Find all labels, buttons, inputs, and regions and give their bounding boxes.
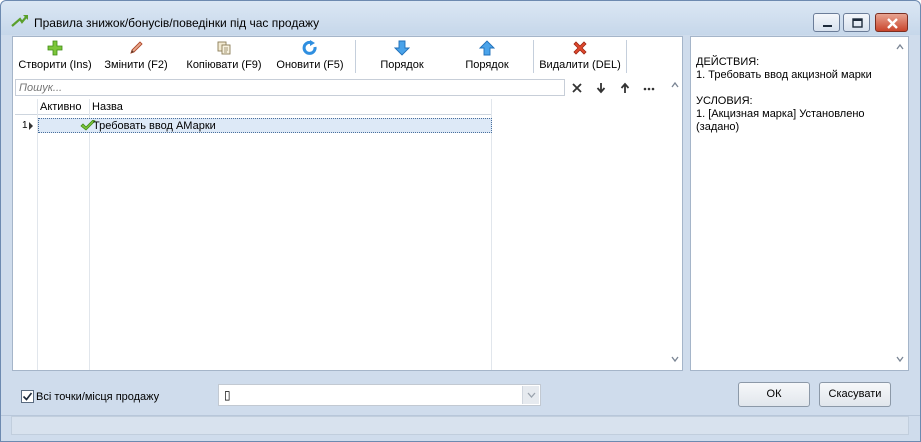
arrow-down-icon [394,40,410,56]
status-bar [1,415,920,441]
toolbar-separator [626,40,627,73]
search-input[interactable] [15,79,565,96]
delete-button[interactable]: Видалити (DEL) [537,37,623,75]
find-prev-up-icon[interactable] [617,80,633,96]
rules-grid: Активно Назва 1 Требовать ввод АМарки [15,99,667,370]
column-divider [37,99,38,370]
checkmark-icon [22,392,33,401]
scroll-down-icon[interactable] [670,354,680,364]
minimize-button[interactable] [813,13,840,32]
grid-header: Активно Назва [15,99,492,115]
row-number: 1 [22,120,28,131]
conditions-header: УСЛОВИЯ: [696,95,753,107]
refresh-button[interactable]: Оновити (F5) [273,37,347,75]
edit-label: Змінити (F2) [104,59,168,71]
arrow-up-icon [479,40,495,56]
toolbar-separator [533,40,534,73]
chevron-down-icon [527,392,536,398]
app-arrow-icon [11,15,28,27]
find-next-down-icon[interactable] [593,80,609,96]
toolbar-separator [355,40,356,73]
plus-icon [47,40,63,56]
order-up-button[interactable]: Порядок [454,37,520,75]
maximize-button[interactable] [843,13,870,32]
dialog-window: Правила знижок/бонусів/поведінки під час… [0,0,921,442]
sales-point-combo[interactable]: ▯ [218,384,541,406]
order-up-label: Порядок [465,59,509,71]
toolbar: Створити (Ins) Змінити (F2) Копіювати (F… [13,37,682,75]
combo-value: ▯ [224,388,231,402]
rules-panel: Створити (Ins) Змінити (F2) Копіювати (F… [12,36,683,371]
pencil-icon [130,41,143,54]
column-active-header[interactable]: Активно [40,101,82,113]
copy-button[interactable]: Копіювати (F9) [181,37,267,75]
rule-name-cell: Требовать ввод АМарки [93,120,216,132]
row-indicator-icon [29,122,33,130]
more-options-icon[interactable] [641,80,657,96]
bottom-bar: Всі точки/місця продажу ▯ ОК Скасувати [12,374,909,411]
rule-details-panel: ДЕЙСТВИЯ: 1. Требовать ввод акцизной мар… [690,36,909,371]
cancel-button[interactable]: Скасувати [819,382,891,407]
all-points-label[interactable]: Всі точки/місця продажу [36,391,159,403]
copy-icon [217,41,231,55]
column-divider [89,99,90,370]
ok-button[interactable]: ОК [738,382,810,407]
scroll-up-icon[interactable] [895,42,905,52]
combo-dropdown-button[interactable] [522,386,539,404]
status-panel [11,416,909,435]
copy-label: Копіювати (F9) [186,59,262,71]
order-down-label: Порядок [380,59,424,71]
create-label: Створити (Ins) [18,59,92,71]
actions-line: 1. Требовать ввод акцизной марки [696,69,872,81]
refresh-label: Оновити (F5) [276,59,344,71]
window-title: Правила знижок/бонусів/поведінки під час… [34,16,320,30]
conditions-line: (задано) [696,121,740,133]
create-button[interactable]: Створити (Ins) [15,37,95,75]
refresh-icon [302,40,317,55]
edit-button[interactable]: Змінити (F2) [101,37,171,75]
close-button[interactable] [875,13,908,32]
conditions-line: 1. [Акцизная марка] Установлено [696,108,865,120]
details-scrollbar[interactable] [892,37,908,370]
order-down-button[interactable]: Порядок [369,37,435,75]
grid-scrollbar[interactable] [668,76,682,370]
table-row[interactable]: Требовать ввод АМарки [38,118,492,133]
search-row [13,77,667,99]
scroll-up-icon[interactable] [670,80,680,90]
delete-x-icon [573,41,587,55]
actions-header: ДЕЙСТВИЯ: [696,56,760,68]
scroll-down-icon[interactable] [895,354,905,364]
clear-search-icon[interactable] [569,80,585,96]
column-name-header[interactable]: Назва [92,101,123,113]
all-points-checkbox[interactable] [21,390,34,403]
title-bar[interactable]: Правила знижок/бонусів/поведінки під час… [1,1,920,35]
column-divider [491,99,492,370]
delete-label: Видалити (DEL) [539,59,621,71]
